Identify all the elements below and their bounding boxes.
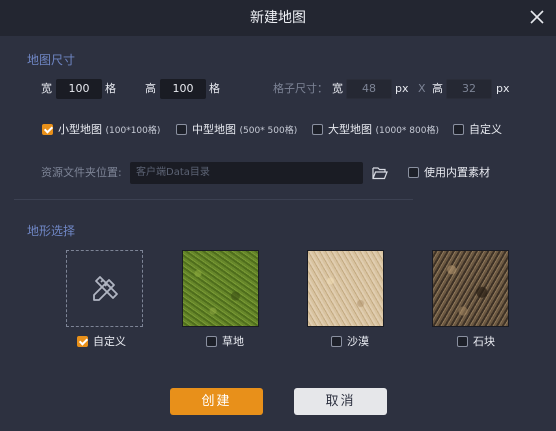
grid-width-unit: px bbox=[395, 82, 409, 95]
height-unit: 格 bbox=[209, 82, 220, 95]
create-button[interactable]: 创建 bbox=[170, 388, 263, 415]
custom-size-checkbox[interactable] bbox=[453, 124, 464, 135]
width-input[interactable]: 100 bbox=[56, 79, 102, 99]
new-map-dialog: 新建地图 地图尺寸 宽 100 格 高 100 格 格子尺寸： 宽 48 px … bbox=[0, 0, 556, 431]
height-input[interactable]: 100 bbox=[160, 79, 206, 99]
large-map-hint: (1000* 800格) bbox=[375, 126, 439, 136]
medium-map-checkbox[interactable] bbox=[176, 124, 187, 135]
section-divider bbox=[14, 199, 413, 200]
terrain-desert-checkbox[interactable] bbox=[331, 336, 342, 347]
resource-folder-input[interactable]: 客户端Data目录 bbox=[130, 162, 363, 184]
grid-height-label: 高 bbox=[432, 82, 443, 95]
terrain-stone-tile[interactable] bbox=[432, 250, 509, 327]
terrain-stone-label[interactable]: 石块 bbox=[473, 335, 495, 349]
terrain-grass-checkbox[interactable] bbox=[206, 336, 217, 347]
grid-width-label: 宽 bbox=[332, 82, 343, 95]
width-unit: 格 bbox=[105, 82, 116, 95]
height-label: 高 bbox=[145, 82, 156, 95]
small-map-label: 小型地图 bbox=[58, 123, 102, 136]
terrain-custom-checkbox[interactable] bbox=[77, 336, 88, 347]
medium-map-hint: (500* 500格) bbox=[239, 126, 298, 136]
medium-map-label: 中型地图 bbox=[192, 123, 236, 136]
grid-size-label: 格子尺寸： bbox=[273, 82, 328, 95]
large-map-checkbox[interactable] bbox=[312, 124, 323, 135]
folder-open-icon[interactable] bbox=[372, 166, 388, 180]
large-map-label: 大型地图 bbox=[328, 123, 372, 136]
builtin-assets-label[interactable]: 使用内置素材 bbox=[424, 166, 490, 180]
terrain-grass-tile[interactable] bbox=[182, 250, 259, 327]
close-icon[interactable] bbox=[526, 6, 548, 28]
grid-size-separator: X bbox=[418, 82, 426, 95]
large-map-option[interactable]: 大型地图 (1000* 800格) bbox=[328, 123, 439, 138]
terrain-grass-label[interactable]: 草地 bbox=[222, 335, 244, 349]
small-map-checkbox[interactable] bbox=[42, 124, 53, 135]
terrain-section-title: 地形选择 bbox=[27, 224, 76, 238]
small-map-option[interactable]: 小型地图 (100*100格) bbox=[58, 123, 160, 138]
pencil-ruler-icon bbox=[93, 276, 118, 301]
grid-height-unit: px bbox=[496, 82, 510, 95]
dialog-title: 新建地图 bbox=[250, 10, 306, 26]
resource-folder-label: 资源文件夹位置: bbox=[41, 166, 122, 179]
cancel-button[interactable]: 取消 bbox=[294, 388, 387, 415]
small-map-hint: (100*100格) bbox=[105, 126, 161, 136]
terrain-desert-label[interactable]: 沙漠 bbox=[347, 335, 369, 349]
terrain-custom-tile[interactable] bbox=[66, 250, 143, 327]
custom-size-label[interactable]: 自定义 bbox=[469, 123, 502, 137]
terrain-custom-label[interactable]: 自定义 bbox=[93, 335, 126, 349]
terrain-desert-tile[interactable] bbox=[307, 250, 384, 327]
grid-height-input[interactable]: 32 bbox=[446, 79, 492, 99]
width-label: 宽 bbox=[41, 82, 52, 95]
terrain-stone-checkbox[interactable] bbox=[457, 336, 468, 347]
builtin-assets-checkbox[interactable] bbox=[408, 167, 419, 178]
title-bar: 新建地图 bbox=[0, 0, 556, 36]
map-size-section-title: 地图尺寸 bbox=[27, 53, 76, 67]
medium-map-option[interactable]: 中型地图 (500* 500格) bbox=[192, 123, 297, 138]
grid-width-input[interactable]: 48 bbox=[346, 79, 392, 99]
